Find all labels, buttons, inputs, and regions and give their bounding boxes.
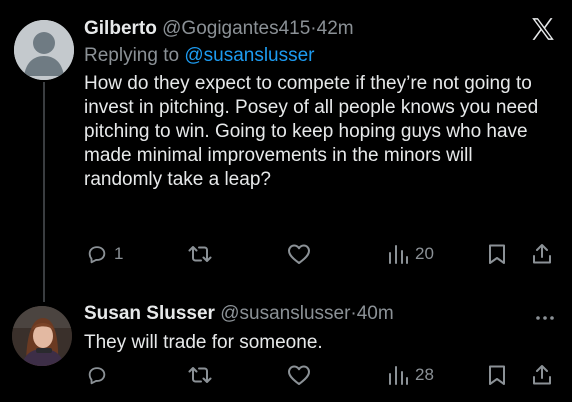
- replying-to-mention[interactable]: @susanslusser: [184, 45, 314, 66]
- reply-icon: [88, 367, 106, 385]
- tweet-actions-bar: 28: [84, 364, 554, 392]
- reply-button[interactable]: [86, 364, 108, 386]
- tweet-body: They will trade for someone.: [84, 332, 323, 353]
- views-button[interactable]: 20: [387, 243, 434, 265]
- tweet-body: How do they expect to compete if they’re…: [84, 73, 539, 190]
- share-icon: [533, 365, 551, 385]
- tweet-gilberto[interactable]: Gilberto @Gogigantes415·42m Replying to …: [84, 16, 556, 192]
- share-button[interactable]: [531, 243, 553, 265]
- author-name[interactable]: Susan Slusser: [84, 303, 215, 324]
- author-handle[interactable]: @susanslusser: [220, 303, 350, 324]
- like-button[interactable]: [287, 243, 311, 265]
- like-icon: [288, 365, 310, 385]
- replying-to-label: Replying to: [84, 45, 185, 66]
- like-button[interactable]: [287, 364, 311, 386]
- tweet-susan-slusser[interactable]: Susan Slusser @susanslusser·40m They wil…: [84, 301, 556, 355]
- profile-photo: [12, 306, 72, 366]
- bookmark-icon: [489, 365, 505, 385]
- retweet-button[interactable]: [188, 364, 212, 386]
- share-icon: [533, 244, 551, 264]
- x-logo-icon: [532, 18, 554, 40]
- reply-icon: [88, 246, 106, 264]
- tweet-header: Gilberto @Gogigantes415·42m: [84, 16, 556, 42]
- reply-button[interactable]: 1: [86, 243, 123, 265]
- tweet-actions-bar: 1 20: [84, 243, 554, 271]
- retweet-icon: [188, 246, 212, 262]
- avatar-susan-slusser[interactable]: [12, 306, 72, 366]
- author-handle[interactable]: @Gogigantes415: [162, 18, 310, 39]
- bookmark-icon: [489, 244, 505, 264]
- bookmark-button[interactable]: [487, 364, 507, 386]
- thread-connector-line: [43, 82, 45, 302]
- avatar-gilberto[interactable]: [14, 20, 74, 80]
- author-name[interactable]: Gilberto: [84, 18, 157, 39]
- views-count: 28: [415, 365, 434, 384]
- bookmark-button[interactable]: [487, 243, 507, 265]
- default-avatar-icon: [14, 20, 74, 80]
- share-button[interactable]: [531, 364, 553, 386]
- views-count: 20: [415, 244, 434, 263]
- more-icon[interactable]: [534, 307, 556, 329]
- replying-to-line: Replying to @susanslusser: [84, 44, 556, 68]
- tweet-header: Susan Slusser @susanslusser·40m: [84, 301, 556, 327]
- timestamp[interactable]: 42m: [317, 18, 354, 39]
- retweet-icon: [188, 367, 212, 383]
- retweet-button[interactable]: [188, 243, 212, 265]
- like-icon: [288, 244, 310, 264]
- views-button[interactable]: 28: [387, 364, 434, 386]
- views-icon: [389, 366, 408, 385]
- reply-count: 1: [114, 244, 124, 263]
- views-icon: [389, 245, 408, 264]
- timestamp[interactable]: 40m: [357, 303, 394, 324]
